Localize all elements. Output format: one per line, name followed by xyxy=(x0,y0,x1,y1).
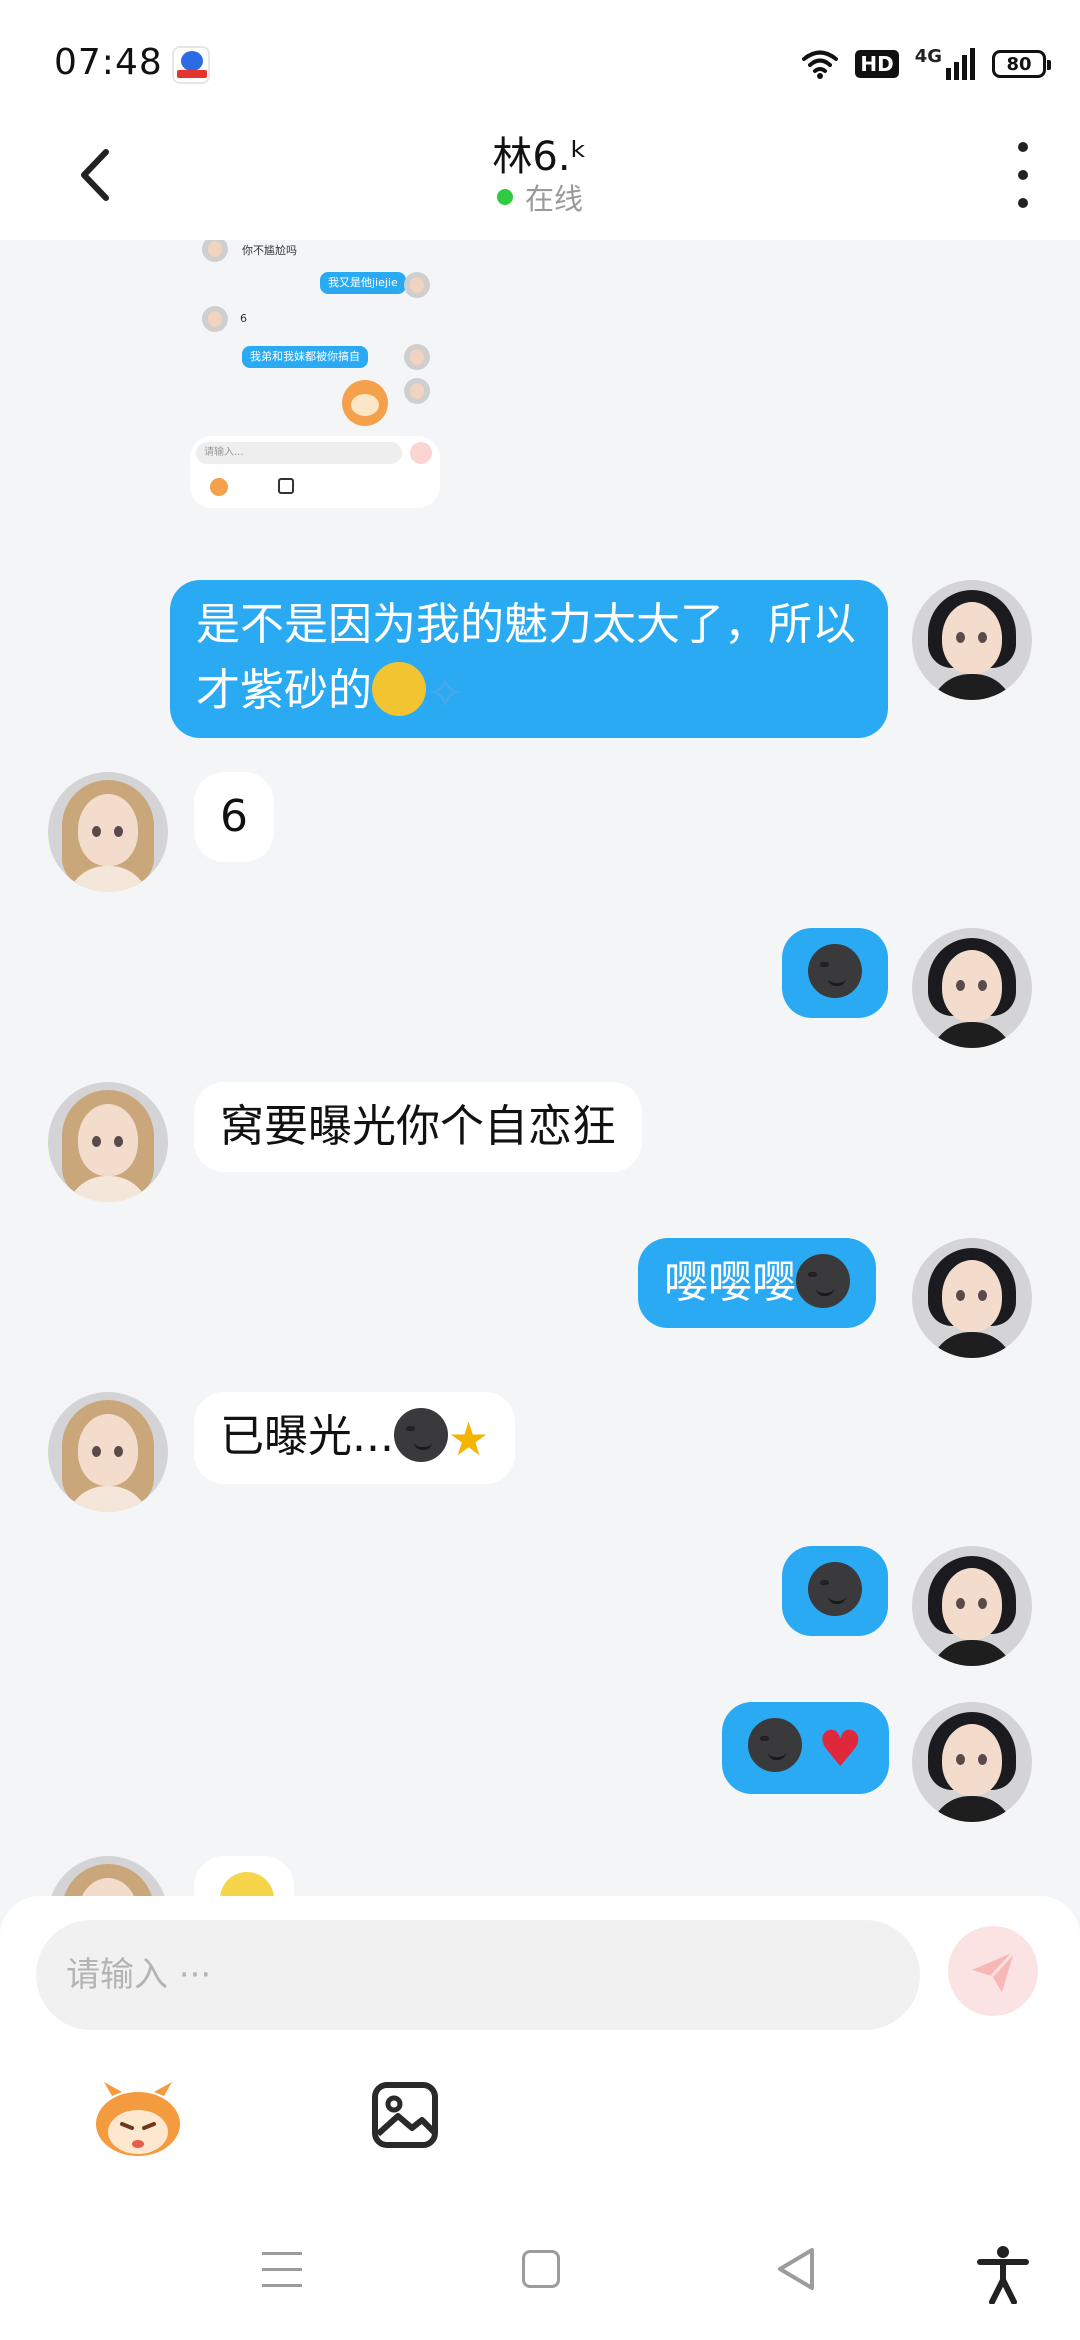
dark-moon-face-icon xyxy=(808,1562,862,1616)
wifi-icon xyxy=(802,50,839,79)
status-time: 07:48 xyxy=(54,42,163,83)
message-text: 嘤嘤嘤 xyxy=(664,1257,796,1308)
message-text: 6 xyxy=(220,791,248,842)
network-type-label: 4G xyxy=(914,46,942,67)
contact-avatar[interactable] xyxy=(48,1856,168,1896)
more-options-button[interactable] xyxy=(1008,142,1038,208)
contact-avatar[interactable] xyxy=(48,1392,168,1512)
contact-name: 林6.ᵏ xyxy=(492,134,588,180)
my-avatar[interactable] xyxy=(912,580,1032,700)
preview-input: 请输入... xyxy=(196,442,402,464)
preview-text: 你不尴尬吗 xyxy=(242,244,297,257)
my-avatar[interactable] xyxy=(912,928,1032,1048)
dark-moon-face-icon xyxy=(393,1408,448,1462)
message-composer xyxy=(0,1896,1080,2200)
scream-icon xyxy=(372,662,426,716)
message-text: 已曝光... xyxy=(220,1411,394,1462)
battery-level: 80 xyxy=(1006,53,1032,75)
image-icon xyxy=(372,2082,438,2148)
preview-image-icon xyxy=(278,478,294,494)
recent-apps-button[interactable] xyxy=(262,2252,302,2288)
message-bubble-outgoing[interactable]: 是不是因为我的魅力太大了，所以才紫砂的 ✧ xyxy=(170,580,888,738)
preview-input-bar: 请输入... xyxy=(190,436,440,508)
system-back-button[interactable] xyxy=(774,2246,818,2292)
more-dot-icon xyxy=(1018,198,1028,208)
message-bubble-incoming[interactable]: 6 xyxy=(194,772,274,862)
online-dot xyxy=(496,189,513,205)
message-bubble-outgoing[interactable]: 嘤嘤嘤 xyxy=(638,1238,876,1328)
shared-screenshot-image[interactable]: 你不尴尬吗 我又是他jiejie 6 我弟和我妹都被你搞自 请输入... xyxy=(190,240,442,508)
preview-avatar xyxy=(202,306,228,332)
my-avatar[interactable] xyxy=(912,1546,1032,1666)
dark-moon-face-icon xyxy=(796,1254,850,1308)
chat-header: 林6.ᵏ 在线 xyxy=(0,118,1080,240)
message-bubble-outgoing[interactable] xyxy=(782,928,888,1018)
preview-bubble: 我又是他jiejie xyxy=(320,272,406,294)
preview-mascot-sticker xyxy=(342,380,388,426)
dizzy-icon: ★ xyxy=(447,1412,490,1466)
contact-avatar[interactable] xyxy=(48,1082,168,1202)
chat-message-list[interactable]: 你不尴尬吗 我又是他jiejie 6 我弟和我妹都被你搞自 请输入... 是不是… xyxy=(0,240,1080,1896)
message-bubble-incoming[interactable]: 窝要曝光你个自恋狂 xyxy=(194,1082,642,1172)
baidu-app-icon xyxy=(172,46,210,84)
more-dot-icon xyxy=(1018,170,1028,180)
message-input[interactable] xyxy=(36,1920,920,2030)
preview-avatar xyxy=(202,240,228,262)
accessibility-button[interactable] xyxy=(976,2244,1030,2305)
broken-heart-icon: ♥ xyxy=(802,1720,863,1778)
my-avatar[interactable] xyxy=(912,1238,1032,1358)
dark-moon-face-icon xyxy=(748,1718,802,1772)
mascot-icon xyxy=(96,2082,180,2156)
message-bubble-outgoing[interactable]: ♥ xyxy=(722,1702,889,1794)
my-avatar[interactable] xyxy=(912,1702,1032,1822)
accessibility-icon xyxy=(977,2246,1029,2305)
message-text: 是不是因为我的魅力太大了，所以才紫砂的 xyxy=(196,599,856,716)
preview-bubble: 我弟和我妹都被你搞自 xyxy=(242,346,368,368)
sweat-drops-icon: ✧ xyxy=(426,666,465,720)
network-label: 4G xyxy=(915,48,976,80)
online-status: 在线 xyxy=(0,176,1080,218)
hd-badge: HD xyxy=(855,50,899,78)
online-status-text: 在线 xyxy=(524,182,583,216)
sticker-mascot-button[interactable] xyxy=(90,2080,186,2160)
battery-icon: 80 xyxy=(992,50,1051,78)
home-button[interactable] xyxy=(522,2250,560,2288)
status-icons: HD 4G 80 xyxy=(801,44,1051,84)
status-bar: 07:48 HD 4G 80 xyxy=(0,0,1080,118)
triangle-back-icon xyxy=(778,2248,814,2290)
more-dot-icon xyxy=(1018,142,1028,152)
contact-avatar[interactable] xyxy=(48,772,168,892)
message-text: 窝要曝光你个自恋狂 xyxy=(220,1101,616,1152)
menu-line-icon xyxy=(262,2252,302,2255)
system-nav-bar xyxy=(0,2200,1080,2340)
preview-avatar xyxy=(404,378,430,404)
preview-mascot-icon xyxy=(210,478,228,496)
menu-line-icon xyxy=(262,2268,302,2271)
send-button[interactable] xyxy=(948,1926,1038,2016)
emoji-face-icon xyxy=(220,1872,274,1896)
preview-avatar xyxy=(404,272,430,298)
message-bubble-incoming[interactable]: 已曝光... ★ xyxy=(194,1392,516,1484)
dark-moon-face-icon xyxy=(808,944,862,998)
message-bubble-outgoing[interactable] xyxy=(782,1546,888,1636)
menu-line-icon xyxy=(262,2284,302,2287)
message-bubble-incoming[interactable] xyxy=(194,1856,294,1896)
signal-icon xyxy=(946,48,975,80)
preview-avatar xyxy=(404,344,430,370)
preview-send-icon xyxy=(410,442,432,464)
preview-text: 6 xyxy=(240,312,247,325)
image-picker-button[interactable] xyxy=(370,2080,440,2150)
paper-plane-icon xyxy=(972,1950,1016,1992)
